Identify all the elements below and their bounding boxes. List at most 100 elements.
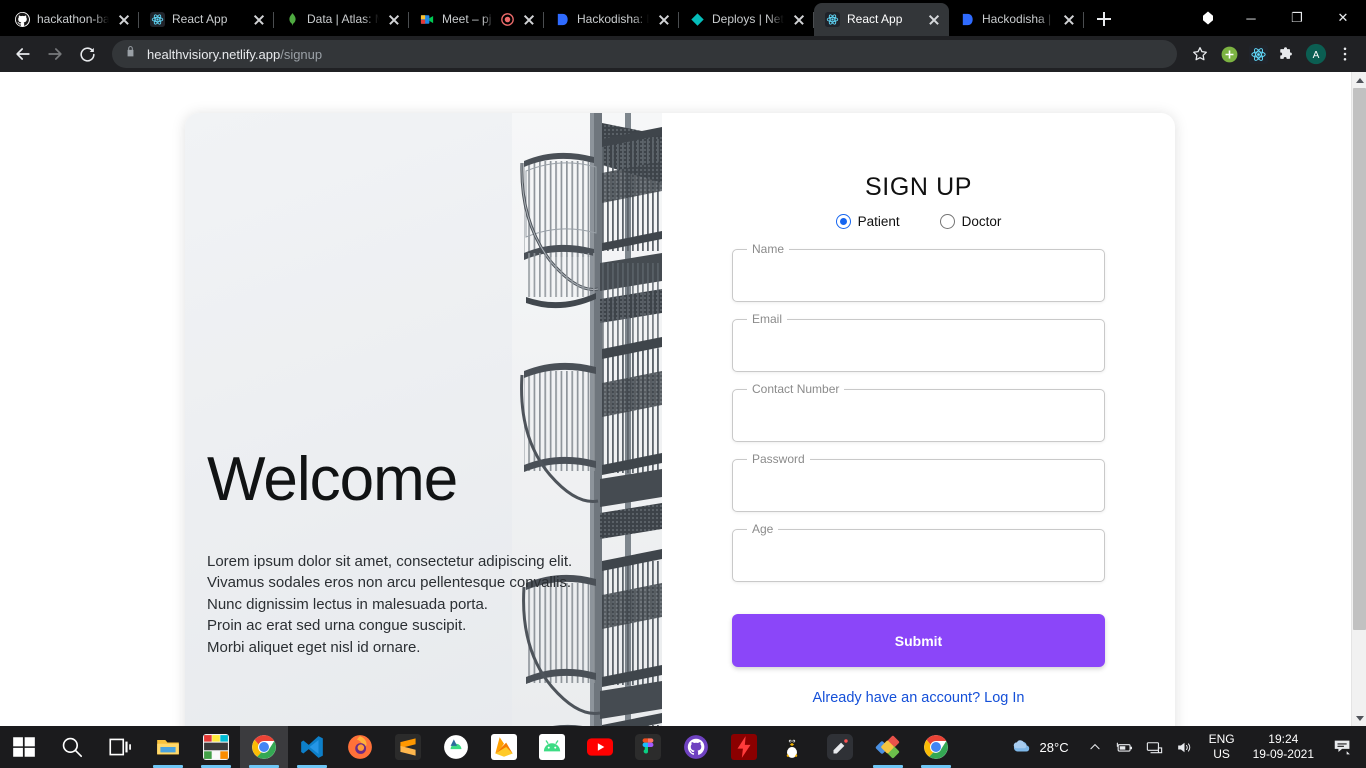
adblock-icon[interactable] <box>1216 41 1242 67</box>
page-viewport: Welcome Lorem ipsum dolor sit amet, cons… <box>0 72 1366 726</box>
minimize-button[interactable]: ─ <box>1228 2 1274 34</box>
name-input[interactable] <box>733 250 1104 301</box>
language-indicator[interactable]: ENG US <box>1203 732 1241 762</box>
forward-button[interactable] <box>40 39 70 69</box>
scrollbar-thumb[interactable] <box>1353 88 1366 630</box>
sublime-text[interactable] <box>384 726 432 768</box>
close-window-button[interactable]: ✕ <box>1320 2 1366 34</box>
email-input[interactable] <box>733 320 1104 371</box>
tab-close-icon[interactable] <box>926 12 942 28</box>
age-field[interactable]: Age <box>732 523 1105 582</box>
browser-tab[interactable]: React App <box>139 3 274 36</box>
diamond-app[interactable] <box>864 726 912 768</box>
search-button[interactable] <box>48 726 96 768</box>
clock-time: 19:24 <box>1268 732 1299 746</box>
avatar[interactable]: A <box>1303 41 1329 67</box>
speaker-icon[interactable] <box>1173 734 1197 760</box>
tab-strip: hackathon-ba React App Data | Atlas: M M… <box>0 0 1366 36</box>
welcome-panel: Welcome Lorem ipsum dolor sit amet, cons… <box>185 113 662 726</box>
ethernet-icon[interactable] <box>1143 734 1167 760</box>
lock-icon <box>124 45 137 63</box>
address-bar[interactable]: healthvisiory.netlify.app/signup <box>112 40 1177 68</box>
maximize-button[interactable]: ❐ <box>1274 2 1320 34</box>
radio-option-patient[interactable]: Patient <box>835 214 900 229</box>
colormania[interactable] <box>192 726 240 768</box>
react-devtools-icon[interactable] <box>1245 41 1271 67</box>
role-radio-group: Patient Doctor <box>732 214 1105 229</box>
start-button[interactable] <box>0 726 48 768</box>
browser-tab[interactable]: Hackodisha: D <box>544 3 679 36</box>
tab-close-icon[interactable] <box>116 12 132 28</box>
youtube[interactable] <box>576 726 624 768</box>
page-title: Welcome <box>207 444 458 514</box>
submit-button[interactable]: Submit <box>732 614 1105 667</box>
password-field[interactable]: Password <box>732 453 1105 512</box>
github-icon <box>684 735 708 759</box>
radio-unselected-icon <box>939 214 955 229</box>
page-scrollbar[interactable] <box>1351 72 1366 726</box>
snip-tool[interactable] <box>816 726 864 768</box>
reload-button[interactable] <box>72 39 102 69</box>
android-studio-icon <box>444 735 468 759</box>
kebab-menu-icon[interactable] <box>1332 41 1358 67</box>
browser-window: hackathon-ba React App Data | Atlas: M M… <box>0 0 1366 726</box>
back-button[interactable] <box>8 39 38 69</box>
age-input[interactable] <box>733 530 1104 581</box>
browser-toolbar: healthvisiory.netlify.app/signup A <box>0 36 1366 72</box>
action-center-button[interactable] <box>1326 726 1360 768</box>
linux-wsl[interactable] <box>768 726 816 768</box>
contact-number-input[interactable] <box>733 390 1104 441</box>
welcome-body-line: Nunc dignissim lectus in malesuada porta… <box>207 595 488 613</box>
scroll-up-icon[interactable] <box>1352 72 1366 88</box>
visual-studio-code[interactable] <box>288 726 336 768</box>
browser-profile-avatar[interactable] <box>1188 10 1228 26</box>
browser-tab[interactable]: hackathon-ba <box>4 3 139 36</box>
clock[interactable]: 19:24 19-09-2021 <box>1247 732 1320 762</box>
taskbar-apps <box>0 726 960 768</box>
tab-close-icon[interactable] <box>386 12 402 28</box>
radio-option-doctor[interactable]: Doctor <box>939 214 1001 229</box>
tab-close-icon[interactable] <box>1061 12 1077 28</box>
firefox-icon <box>348 735 372 759</box>
tab-close-icon[interactable] <box>791 12 807 28</box>
sublime-icon <box>395 734 421 760</box>
google-chrome[interactable] <box>240 726 288 768</box>
login-link[interactable]: Already have an account? Log In <box>812 690 1024 706</box>
github-desktop[interactable] <box>672 726 720 768</box>
welcome-text-block: Welcome Lorem ipsum dolor sit amet, cons… <box>207 444 572 658</box>
language-region: US <box>1213 747 1230 761</box>
firebase[interactable] <box>480 726 528 768</box>
browser-tab[interactable]: Hackodisha | I <box>949 3 1084 36</box>
browser-tab[interactable]: Meet – pj <box>409 3 544 36</box>
star-icon[interactable] <box>1187 41 1213 67</box>
figma[interactable] <box>624 726 672 768</box>
scroll-down-icon[interactable] <box>1352 710 1366 726</box>
file-explorer[interactable] <box>144 726 192 768</box>
chrome-canary[interactable] <box>912 726 960 768</box>
battery-icon[interactable] <box>1113 734 1137 760</box>
tab-close-icon[interactable] <box>521 12 537 28</box>
flash-app[interactable] <box>720 726 768 768</box>
browser-tab[interactable]: Data | Atlas: M <box>274 3 409 36</box>
new-tab-button[interactable] <box>1090 5 1118 33</box>
weather-widget[interactable]: 28°C <box>1003 735 1077 760</box>
android-emulator[interactable] <box>528 726 576 768</box>
password-input[interactable] <box>733 460 1104 511</box>
firefox[interactable] <box>336 726 384 768</box>
chevron-up-icon[interactable] <box>1083 734 1107 760</box>
browser-tab-active[interactable]: React App <box>814 3 949 36</box>
tab-title: Hackodisha | I <box>982 12 1054 26</box>
android-studio[interactable] <box>432 726 480 768</box>
welcome-body-line: Morbi aliquet eget nisl id ornare. <box>207 638 421 656</box>
tab-close-icon[interactable] <box>251 12 267 28</box>
welcome-body-line: Vivamus sodales eros non arcu pellentesq… <box>207 574 572 592</box>
contact-number-field[interactable]: Contact Number <box>732 383 1105 442</box>
url-text: healthvisiory.netlify.app/signup <box>147 47 322 62</box>
task-view-button[interactable] <box>96 726 144 768</box>
tab-close-icon[interactable] <box>656 12 672 28</box>
window-controls: ─ ❐ ✕ <box>1188 0 1366 36</box>
email-field[interactable]: Email <box>732 313 1105 372</box>
puzzle-icon[interactable] <box>1274 41 1300 67</box>
name-field[interactable]: Name <box>732 243 1105 302</box>
browser-tab[interactable]: Deploys | Net <box>679 3 814 36</box>
